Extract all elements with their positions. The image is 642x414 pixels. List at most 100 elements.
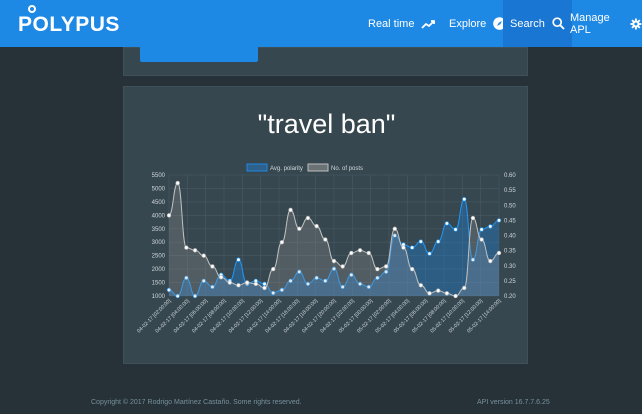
y-left-tick-label: 3000	[152, 240, 166, 246]
y-left-tick-label: 1500	[152, 281, 166, 287]
posts-point	[210, 264, 215, 269]
footer-copyright: Copyright © 2017 Rodrigo Martínez Castañ…	[91, 399, 302, 406]
polarity-point	[262, 281, 267, 287]
posts-point	[245, 280, 250, 285]
footer-api-version: API version 16.7.7.6.25	[477, 399, 550, 406]
y-left-tick-label: 5000	[152, 186, 166, 192]
query-card	[123, 38, 528, 76]
posts-point	[470, 215, 476, 221]
x-tick-label: 05-02-17 [14:00:00]	[466, 298, 503, 335]
y-left-tick-label: 5500	[152, 173, 166, 179]
y-left-tick-label: 2500	[152, 254, 166, 260]
y-right-tick-label: 0.30	[504, 264, 516, 270]
trending-up-icon	[421, 19, 436, 29]
posts-point	[418, 283, 423, 288]
posts-point	[262, 285, 267, 291]
nav-label-manage-apl: Manage APL	[570, 11, 610, 36]
y-right-tick-label: 0.20	[504, 294, 516, 300]
posts-point	[401, 245, 406, 250]
posts-point	[236, 283, 241, 288]
nav-real-time[interactable]: Real time	[368, 0, 436, 47]
y-axis-left: 1000 1500 2000 2500 3000 3500 4000 4500 5000 5500	[152, 173, 166, 300]
posts-point	[496, 250, 502, 256]
posts-point	[192, 248, 198, 253]
polarity-point	[444, 221, 450, 226]
polarity-point	[462, 197, 467, 202]
polarity-point	[410, 245, 415, 250]
y-right-tick-label: 0.35	[504, 249, 516, 255]
posts-point	[410, 266, 415, 272]
posts-point	[201, 253, 206, 258]
y-left-tick-label: 1000	[152, 294, 166, 300]
y-axis-right: 0.20 0.25 0.30 0.35 0.40 0.45 0.50 0.55 0.60	[504, 173, 516, 300]
posts-point	[392, 226, 397, 231]
posts-point	[349, 250, 354, 256]
posts-point	[288, 207, 293, 213]
posts-point	[175, 180, 180, 186]
posts-point	[305, 215, 311, 221]
y-right-tick-label: 0.45	[504, 218, 516, 224]
x-axis-labels: 04-02-17 [02:00:00]04-02-17 [04:00:00]04…	[136, 298, 503, 335]
logo-mark-icon	[28, 5, 36, 13]
posts-point	[340, 264, 345, 269]
posts-point	[366, 250, 371, 256]
polarity-point	[418, 239, 423, 244]
brand-logo[interactable]: POLYPUS	[18, 5, 120, 37]
legend-swatch-polarity[interactable]	[246, 163, 268, 172]
chart-legend: Avg. polarity No. of posts	[246, 163, 363, 172]
posts-point	[462, 285, 467, 291]
posts-point	[357, 248, 363, 253]
legend-label-polarity: Avg. polarity	[270, 166, 303, 172]
y-right-tick-label: 0.60	[504, 173, 516, 179]
posts-point	[253, 281, 258, 287]
results-card: "travel ban" Avg. polarity No. of posts …	[123, 86, 528, 364]
posts-point	[436, 288, 441, 293]
posts-point	[331, 258, 337, 264]
nav-manage-apl[interactable]: Manage APL	[570, 0, 642, 47]
posts-point	[479, 237, 484, 242]
polarity-posts-chart: Avg. polarity No. of posts 1000 1500 2000 2…	[136, 163, 516, 335]
polarity-point	[453, 227, 458, 232]
polarity-point	[496, 218, 502, 223]
y-right-tick-label: 0.55	[504, 188, 516, 194]
y-right-tick-label: 0.40	[504, 234, 516, 240]
posts-point	[279, 240, 285, 245]
posts-point	[444, 291, 450, 296]
posts-point	[488, 258, 493, 264]
posts-point	[166, 213, 172, 218]
search-icon	[552, 17, 565, 30]
nav-explore[interactable]: Explore	[449, 0, 507, 47]
posts-point	[453, 293, 458, 299]
polarity-point	[436, 239, 441, 244]
legend-swatch-posts[interactable]	[307, 163, 329, 172]
top-navbar: POLYPUS Real time Explore Search Manage …	[0, 0, 642, 47]
nav-label-search: Search	[510, 17, 545, 30]
nav-search[interactable]: Search	[503, 0, 572, 47]
posts-point	[323, 237, 328, 242]
submit-query-button[interactable]	[140, 38, 258, 62]
y-left-tick-label: 3500	[152, 227, 166, 233]
gear-icon	[630, 18, 642, 29]
y-left-tick-label: 4500	[152, 200, 166, 206]
posts-point	[314, 223, 319, 229]
nav-label-explore: Explore	[449, 17, 487, 30]
y-right-tick-label: 0.50	[504, 203, 516, 209]
posts-point	[227, 280, 232, 285]
polarity-point	[479, 227, 484, 232]
posts-point	[218, 275, 224, 280]
posts-point	[427, 291, 432, 296]
y-left-tick-label: 4000	[152, 213, 166, 219]
brand-name: POLYPUS	[18, 13, 120, 36]
posts-point	[184, 245, 189, 250]
y-right-tick-label: 0.25	[504, 279, 516, 285]
legend-label-posts: No. of posts	[331, 166, 363, 172]
posts-point	[383, 264, 389, 269]
polarity-point	[488, 224, 493, 229]
y-left-tick-label: 2000	[152, 267, 166, 273]
polarity-point	[236, 257, 241, 262]
posts-point	[271, 266, 276, 272]
posts-point	[375, 266, 380, 272]
posts-point	[297, 226, 302, 231]
polarity-point	[427, 251, 432, 256]
nav-label-real-time: Real time	[368, 17, 415, 30]
